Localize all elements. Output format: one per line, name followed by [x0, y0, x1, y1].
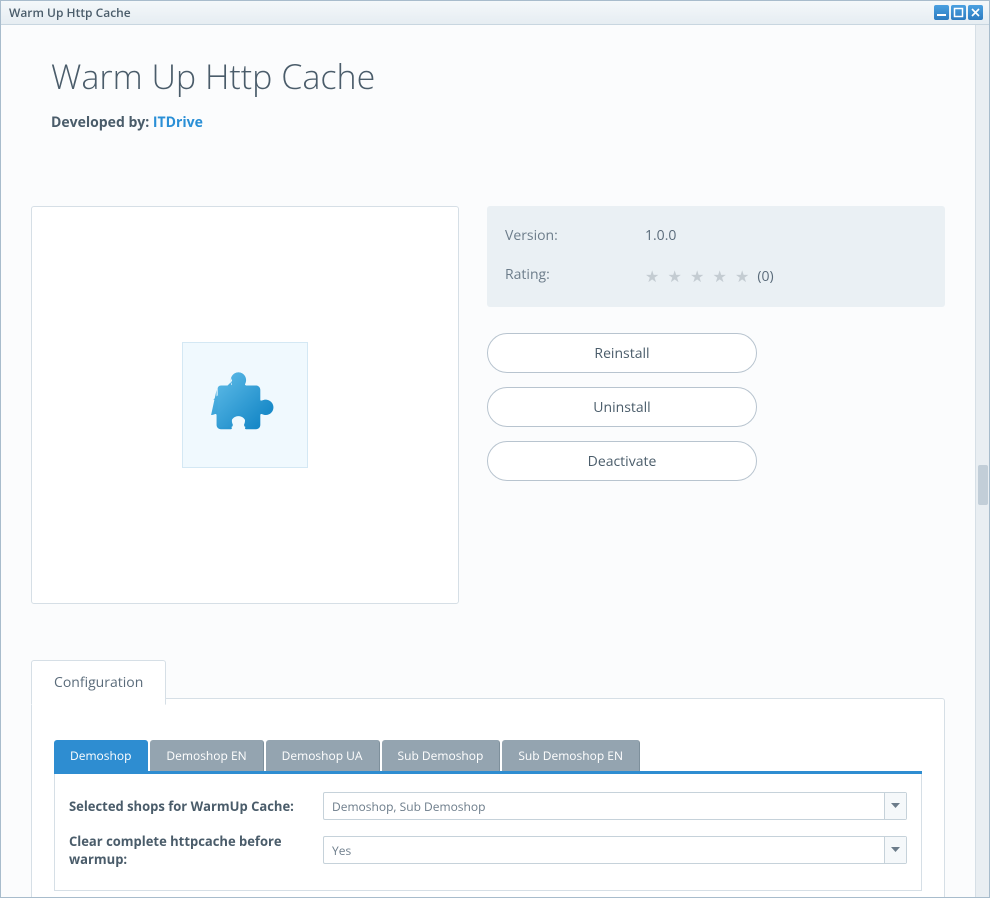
close-button[interactable] — [968, 5, 983, 20]
developer-link[interactable]: ITDrive — [153, 113, 203, 132]
minimize-button[interactable] — [934, 5, 949, 20]
uninstall-button[interactable]: Uninstall — [487, 387, 757, 427]
vertical-scrollbar[interactable] — [975, 25, 989, 897]
plugin-icon-tile — [182, 342, 308, 468]
content-area: Warm Up Http Cache Developed by: ITDrive — [1, 25, 975, 897]
window-controls — [934, 5, 983, 20]
window-body: Warm Up Http Cache Developed by: ITDrive — [1, 25, 989, 897]
window-titlebar[interactable]: Warm Up Http Cache — [1, 1, 989, 25]
chevron-down-icon[interactable] — [884, 837, 906, 863]
reinstall-button[interactable]: Reinstall — [487, 333, 757, 373]
rating-stars-icon: ★ ★ ★ ★ ★ — [645, 265, 751, 287]
clear-cache-value: Yes — [324, 837, 884, 863]
scrollbar-thumb[interactable] — [978, 465, 988, 505]
configuration-panel: Configuration DemoshopDemoshop ENDemosho… — [31, 698, 945, 897]
selected-shops-label: Selected shops for WarmUp Cache: — [69, 797, 323, 815]
maximize-button[interactable] — [951, 5, 966, 20]
configuration-body: DemoshopDemoshop ENDemoshop UASub Demosh… — [32, 722, 944, 897]
configuration-form: Selected shops for WarmUp Cache: Demosho… — [54, 774, 922, 891]
developed-by-label: Developed by: — [51, 113, 149, 132]
chevron-down-icon[interactable] — [884, 793, 906, 819]
plugin-info-column: Version: 1.0.0 Rating: ★ ★ ★ ★ ★ (0) — [487, 206, 945, 604]
rating-value: ★ ★ ★ ★ ★ (0) — [645, 265, 927, 287]
developed-by: Developed by: ITDrive — [51, 113, 945, 132]
clear-cache-select[interactable]: Yes — [323, 836, 907, 864]
shop-tabs: DemoshopDemoshop ENDemoshop UASub Demosh… — [54, 740, 922, 774]
version-row: Version: 1.0.0 — [487, 216, 945, 255]
shop-tab-0[interactable]: Demoshop — [54, 740, 148, 771]
selected-shops-value: Demoshop, Sub Demoshop — [324, 793, 884, 819]
plugin-info-box: Version: 1.0.0 Rating: ★ ★ ★ ★ ★ (0) — [487, 206, 945, 307]
version-label: Version: — [505, 226, 645, 245]
clear-cache-row: Clear complete httpcache before warmup: … — [69, 832, 907, 868]
configuration-tab-header: Configuration — [31, 698, 944, 743]
shop-tab-1[interactable]: Demoshop EN — [150, 740, 263, 771]
shop-tab-2[interactable]: Demoshop UA — [266, 740, 380, 771]
selected-shops-row: Selected shops for WarmUp Cache: Demosho… — [69, 792, 907, 820]
rating-count: (0) — [757, 267, 773, 286]
plugin-image-card — [31, 206, 459, 604]
deactivate-button[interactable]: Deactivate — [487, 441, 757, 481]
window-title: Warm Up Http Cache — [9, 4, 934, 21]
shop-tab-4[interactable]: Sub Demoshop EN — [502, 740, 640, 771]
selected-shops-select[interactable]: Demoshop, Sub Demoshop — [323, 792, 907, 820]
rating-row: Rating: ★ ★ ★ ★ ★ (0) — [487, 255, 945, 297]
rating-label: Rating: — [505, 265, 645, 287]
plugin-manager-window: Warm Up Http Cache Warm Up Http Cache De… — [0, 0, 990, 898]
page-title: Warm Up Http Cache — [51, 53, 945, 99]
clear-cache-label: Clear complete httpcache before warmup: — [69, 832, 323, 868]
shop-tab-3[interactable]: Sub Demoshop — [382, 740, 501, 771]
puzzle-icon — [210, 368, 280, 442]
version-value: 1.0.0 — [645, 226, 927, 245]
plugin-overview: Version: 1.0.0 Rating: ★ ★ ★ ★ ★ (0) — [31, 206, 945, 604]
plugin-actions: Reinstall Uninstall Deactivate — [487, 333, 757, 481]
configuration-tab[interactable]: Configuration — [31, 660, 166, 705]
